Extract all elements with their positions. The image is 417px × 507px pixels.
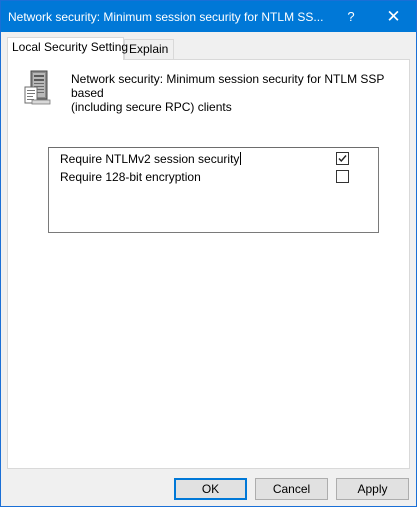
help-button[interactable]: ? — [331, 1, 371, 32]
title-bar[interactable]: Network security: Minimum session securi… — [1, 1, 416, 32]
tab-panel: Network security: Minimum session securi… — [7, 59, 410, 469]
policy-description-line-1: Network security: Minimum session securi… — [71, 72, 385, 100]
option-label: Require 128-bit encryption — [60, 170, 201, 184]
option-require-128bit[interactable]: Require 128-bit encryption — [60, 168, 370, 186]
close-button[interactable]: ✕ — [371, 1, 416, 32]
apply-button[interactable]: Apply — [336, 478, 409, 500]
options-list: Require NTLMv2 session security Require … — [48, 147, 379, 233]
cancel-button[interactable]: Cancel — [255, 478, 328, 500]
policy-description: Network security: Minimum session securi… — [71, 72, 401, 114]
tab-local-security-setting[interactable]: Local Security Setting — [7, 37, 128, 60]
checkmark-icon — [338, 155, 347, 163]
server-policy-icon — [24, 70, 51, 105]
close-icon: ✕ — [386, 7, 401, 26]
checkbox-require-ntlmv2[interactable] — [336, 152, 349, 165]
window-title: Network security: Minimum session securi… — [8, 10, 324, 24]
option-label-wrap: Require NTLMv2 session security — [60, 152, 242, 166]
option-label: Require NTLMv2 session security — [60, 152, 240, 166]
policy-description-line-2: (including secure RPC) clients — [71, 100, 232, 114]
option-require-ntlmv2[interactable]: Require NTLMv2 session security — [60, 150, 370, 168]
text-caret — [240, 152, 242, 165]
tab-explain[interactable]: Explain — [124, 39, 174, 59]
dialog-window: Network security: Minimum session securi… — [0, 0, 417, 507]
checkbox-require-128bit[interactable] — [336, 170, 349, 183]
ok-button[interactable]: OK — [174, 478, 247, 500]
